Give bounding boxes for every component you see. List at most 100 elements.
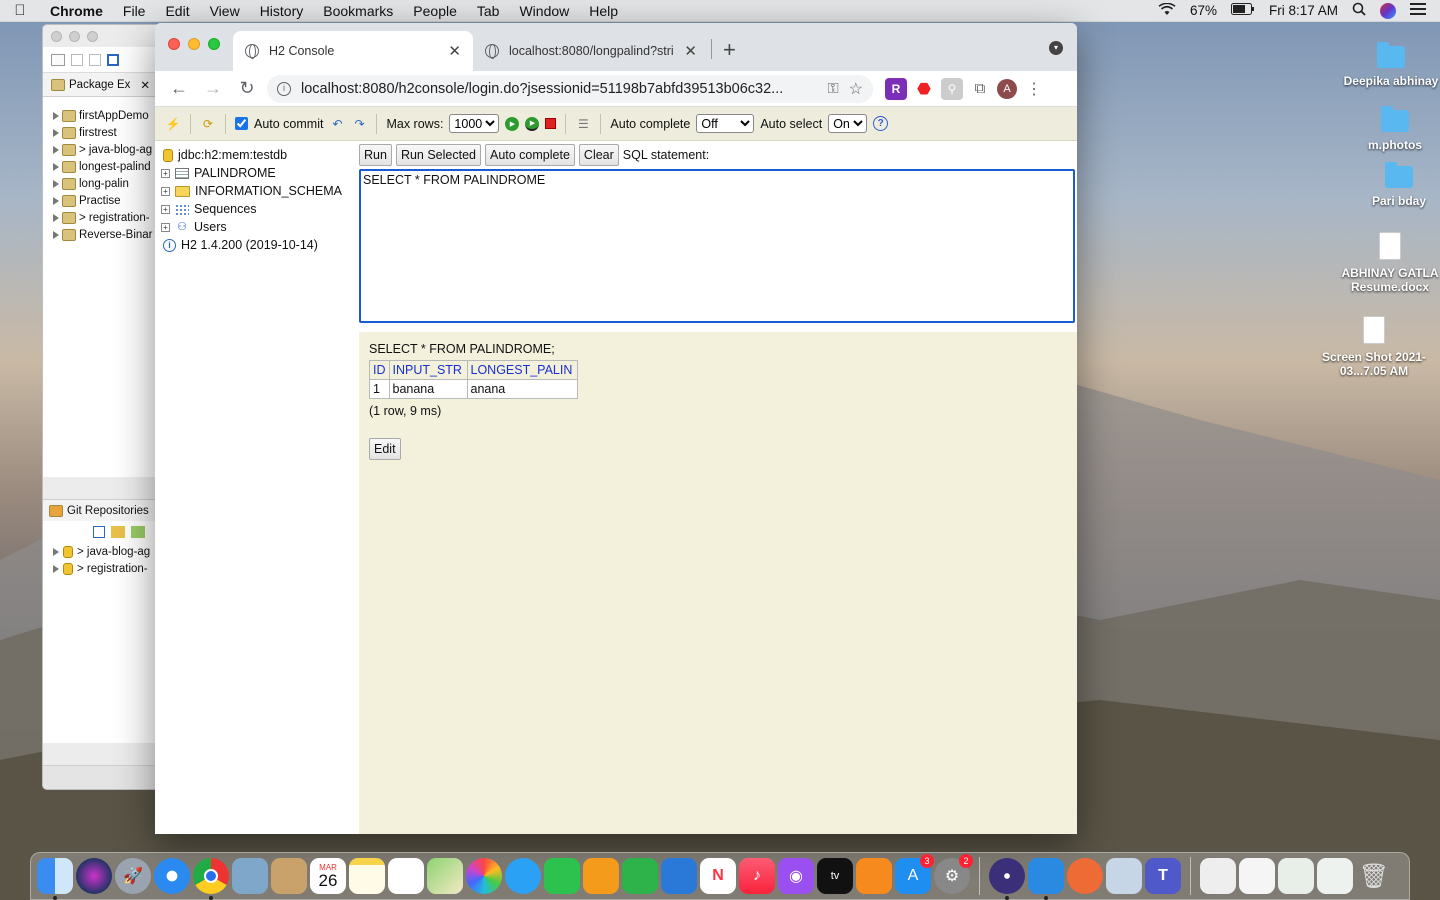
- add-repository-icon[interactable]: [111, 526, 125, 538]
- tab-longpalind[interactable]: localhost:8080/longpalind?stri ✕: [473, 31, 709, 71]
- photos-icon[interactable]: [466, 858, 502, 894]
- menubar-clock[interactable]: Fri 8:17 AM: [1269, 3, 1338, 18]
- expand-icon[interactable]: +: [161, 168, 170, 178]
- adblock-icon[interactable]: ⬣: [913, 78, 935, 100]
- apple-menu-icon[interactable]: : [0, 2, 40, 19]
- chrome-icon[interactable]: [193, 858, 229, 900]
- history-icon[interactable]: ☰: [575, 116, 591, 132]
- expand-icon[interactable]: [53, 162, 59, 171]
- menu-tab[interactable]: Tab: [467, 3, 510, 19]
- commit-icon[interactable]: ↷: [351, 116, 367, 132]
- launchpad-icon[interactable]: 🚀: [115, 858, 151, 894]
- project-item[interactable]: longest-palind: [43, 158, 159, 175]
- expand-icon[interactable]: +: [161, 222, 170, 232]
- music-icon[interactable]: ♪: [739, 858, 775, 894]
- git-repo-item[interactable]: > registration-: [43, 560, 159, 577]
- maps-icon[interactable]: [427, 858, 463, 894]
- expand-icon[interactable]: [53, 179, 59, 188]
- project-item[interactable]: firstrest: [43, 124, 159, 141]
- edit-button[interactable]: Edit: [369, 438, 401, 460]
- menu-window[interactable]: Window: [509, 3, 579, 19]
- numbers-icon[interactable]: [622, 858, 658, 894]
- sql-editor[interactable]: SELECT * FROM PALINDROME: [359, 169, 1075, 323]
- address-bar-url[interactable]: localhost:8080/h2console/login.do?jsessi…: [301, 81, 818, 97]
- address-bar[interactable]: i localhost:8080/h2console/login.do?jses…: [267, 74, 873, 103]
- tab-h2-console[interactable]: H2 Console ✕: [233, 31, 473, 71]
- news-icon[interactable]: N: [700, 858, 736, 894]
- eclipse-minimize-button[interactable]: [69, 30, 80, 42]
- run-button[interactable]: Run: [359, 144, 392, 166]
- notes-icon[interactable]: [349, 858, 385, 894]
- close-tab-icon[interactable]: ✕: [684, 42, 697, 60]
- extension-grey-icon[interactable]: ⚲: [941, 77, 963, 100]
- menu-history[interactable]: History: [250, 3, 314, 19]
- project-item[interactable]: firstAppDemo: [43, 107, 159, 124]
- battery-icon[interactable]: [1230, 3, 1255, 18]
- extension-r-icon[interactable]: R: [885, 77, 907, 100]
- desktop-folder-icon[interactable]: Deepika abhinay: [1336, 42, 1440, 88]
- menu-help[interactable]: Help: [579, 3, 628, 19]
- tree-item-users[interactable]: + ⚇ Users: [155, 218, 359, 236]
- tree-item-palindrome[interactable]: + PALINDROME: [155, 164, 359, 182]
- pages-icon[interactable]: [583, 858, 619, 894]
- teams-icon[interactable]: T: [1145, 858, 1181, 894]
- wifi-icon[interactable]: [1158, 2, 1176, 19]
- expand-icon[interactable]: [53, 564, 59, 573]
- podcasts-icon[interactable]: ◉: [778, 858, 814, 894]
- recent-window-icon[interactable]: [1317, 858, 1353, 894]
- auto-complete-button[interactable]: Auto complete: [485, 144, 575, 166]
- auto-select-select[interactable]: On: [828, 114, 868, 133]
- recent-file-icon[interactable]: [1239, 858, 1275, 894]
- contacts-icon[interactable]: [271, 858, 307, 894]
- help-icon[interactable]: ?: [873, 116, 889, 131]
- collapse-all-icon[interactable]: [93, 526, 105, 538]
- forward-button[interactable]: →: [199, 75, 227, 103]
- eclipse-zoom-button[interactable]: [87, 30, 98, 42]
- auto-commit-checkbox[interactable]: [235, 117, 248, 130]
- close-window-button[interactable]: [168, 38, 180, 50]
- save-all-icon[interactable]: [89, 53, 101, 66]
- profile-avatar[interactable]: A: [997, 78, 1017, 99]
- project-item[interactable]: Practise: [43, 192, 159, 209]
- back-button[interactable]: ←: [165, 75, 193, 103]
- control-center-icon[interactable]: [1410, 3, 1426, 18]
- mail-image-icon[interactable]: [1106, 858, 1142, 894]
- package-explorer-tab[interactable]: Package Ex ✕: [43, 73, 159, 97]
- menu-bookmarks[interactable]: Bookmarks: [313, 3, 403, 19]
- console-icon[interactable]: [107, 53, 119, 66]
- stop-icon[interactable]: [545, 118, 557, 129]
- bookmark-star-icon[interactable]: ☆: [849, 79, 863, 99]
- vscode-icon[interactable]: [1028, 858, 1064, 900]
- apple-tv-icon[interactable]: tv: [817, 858, 853, 894]
- project-item[interactable]: > registration-: [43, 209, 159, 226]
- facetime-icon[interactable]: [544, 858, 580, 894]
- connection-item[interactable]: jdbc:h2:mem:testdb: [155, 146, 359, 164]
- finder-icon[interactable]: [37, 858, 73, 900]
- run-icon[interactable]: ▶: [505, 116, 520, 131]
- menu-app-name[interactable]: Chrome: [40, 3, 113, 19]
- clear-button[interactable]: Clear: [578, 144, 619, 166]
- run-selected-button[interactable]: Run Selected: [395, 144, 481, 166]
- menu-edit[interactable]: Edit: [155, 3, 199, 19]
- git-repositories-tab[interactable]: Git Repositories: [43, 499, 159, 521]
- new-tab-button[interactable]: +: [723, 37, 736, 63]
- column-header[interactable]: LONGEST_PALIN: [466, 360, 578, 380]
- clone-repository-icon[interactable]: [131, 526, 145, 538]
- close-tab-icon[interactable]: ✕: [448, 42, 461, 60]
- rollback-icon[interactable]: ↶: [329, 116, 345, 132]
- spotlight-search-icon[interactable]: [1352, 2, 1366, 19]
- reload-button[interactable]: ↻: [233, 75, 261, 103]
- expand-icon[interactable]: [53, 230, 59, 239]
- preview-icon[interactable]: [232, 858, 268, 894]
- keynote-icon[interactable]: [661, 858, 697, 894]
- battery-percent[interactable]: 67%: [1190, 3, 1217, 18]
- disconnect-icon[interactable]: ⚡: [165, 116, 181, 132]
- column-header[interactable]: ID: [369, 360, 390, 380]
- expand-icon[interactable]: +: [161, 204, 170, 214]
- recent-window-icon[interactable]: [1278, 858, 1314, 894]
- desktop-document-icon[interactable]: ABHINAY GATLA Resume.docx: [1330, 232, 1440, 294]
- tab-search-icon[interactable]: ▾: [1049, 41, 1063, 55]
- expand-icon[interactable]: [53, 128, 59, 137]
- tree-item-information-schema[interactable]: + INFORMATION_SCHEMA: [155, 182, 359, 200]
- calendar-icon[interactable]: MAR 26: [310, 858, 346, 894]
